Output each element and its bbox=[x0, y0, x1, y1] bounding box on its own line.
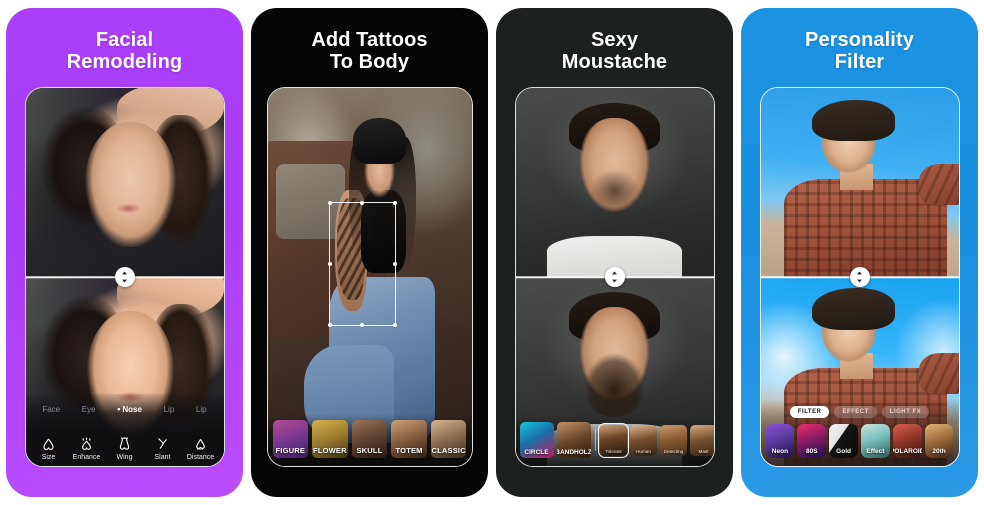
tool-wing[interactable]: Wing bbox=[106, 437, 144, 461]
facial-feature-tabs[interactable]: Face Eye Nose Lip Lip bbox=[26, 400, 224, 418]
phone-preview-moustache[interactable]: CIRCLE BANDHOLZ Tolerant Human Detecting… bbox=[514, 87, 715, 467]
vertical-drag-handle-icon[interactable] bbox=[849, 267, 870, 288]
thumbnail-polaroid[interactable]: POLAROID bbox=[892, 424, 922, 458]
filter-tool-bar[interactable]: FILTER EFFECT LIGHT FX Neon 80S Gold Eff… bbox=[760, 399, 959, 466]
thumbnail-label: BANDHOLZ bbox=[556, 449, 591, 456]
thumbnail-label: Human bbox=[636, 448, 651, 454]
pill-effect[interactable]: EFFECT bbox=[834, 406, 877, 418]
panel-title: Personality Filter bbox=[805, 29, 914, 73]
tool-size[interactable]: Size bbox=[30, 437, 68, 461]
nose-slant-icon bbox=[155, 437, 170, 451]
thumbnail-beard-mast[interactable]: Mast bbox=[690, 424, 714, 456]
panel-title: Sexy Moustache bbox=[561, 29, 668, 73]
filter-thumbnail-strip[interactable]: Neon 80S Gold Effect OLAROI 20th bbox=[765, 424, 954, 458]
thumbnail-label: TOTEM bbox=[395, 446, 423, 455]
thumbnail-label: 20th bbox=[932, 448, 946, 455]
tab-face[interactable]: Face bbox=[42, 405, 60, 414]
thumbnail-circle[interactable]: CIRCLE bbox=[519, 422, 554, 458]
before-image-half bbox=[515, 88, 714, 278]
thumbnail-figure[interactable]: FIGURE bbox=[272, 420, 309, 458]
thumbnail-label: Mast bbox=[698, 448, 709, 454]
tab-lip-1[interactable]: Lip bbox=[164, 405, 175, 414]
thumbnail-classic[interactable]: CLASSIC bbox=[430, 420, 467, 458]
pill-filter[interactable]: FILTER bbox=[789, 406, 830, 418]
thumbnail-80s[interactable]: 80S bbox=[797, 424, 827, 458]
facial-tool-bar[interactable]: Face Eye Nose Lip Lip Size bbox=[25, 394, 224, 466]
thumbnail-bandholz[interactable]: BANDHOLZ bbox=[556, 422, 591, 458]
strip-separator bbox=[594, 429, 596, 451]
before-image-half bbox=[25, 88, 224, 278]
nose-tool-row[interactable]: Size Enhance Wing Slant Distance bbox=[26, 418, 224, 466]
tattoo-category-strip[interactable]: FIGURE FLOWER SKULL TOTEM CLASSIC bbox=[267, 414, 472, 466]
beard-style-strip[interactable]: CIRCLE BANDHOLZ Tolerant Human Detecting… bbox=[515, 416, 714, 466]
thumbnail-label: Detecting bbox=[663, 448, 684, 454]
tool-label: Size bbox=[41, 454, 56, 461]
thumbnail-beard-human[interactable]: Human bbox=[630, 424, 657, 456]
before-image-half bbox=[760, 88, 959, 278]
panel-sexy-moustache[interactable]: Sexy Moustache CIRCLE BANDHOLZ Tolerant … bbox=[496, 8, 733, 497]
thumbnail-label: CIRCLE bbox=[524, 449, 549, 456]
thumbnail-label: SKULL bbox=[356, 446, 383, 455]
phone-preview-facial[interactable]: Face Eye Nose Lip Lip Size bbox=[24, 87, 225, 467]
thumbnail-gold[interactable]: Gold bbox=[829, 424, 858, 458]
thumbnail-neon[interactable]: Neon bbox=[765, 424, 795, 458]
tool-label: Wing bbox=[116, 454, 133, 461]
nose-enhance-icon bbox=[79, 437, 94, 451]
thumbnail-effect[interactable]: Effect bbox=[861, 424, 890, 458]
app-store-screenshot-gallery: Facial Remodeling Face Eye • Nose Lip Li… bbox=[0, 0, 984, 505]
thumbnail-flower[interactable]: FLOWER bbox=[312, 420, 348, 458]
nose-size-icon bbox=[41, 437, 56, 451]
tool-enhance[interactable]: Enhance bbox=[68, 437, 106, 461]
panel-title: Facial Remodeling bbox=[66, 29, 183, 73]
panel-add-tattoos[interactable]: Add Tattoos To Body FIGURE FLOWER SKULL … bbox=[251, 8, 488, 497]
tab-eye[interactable]: Eye bbox=[82, 405, 96, 414]
thumbnail-20th[interactable]: 20th bbox=[924, 424, 954, 458]
thumbnail-label: Gold bbox=[836, 448, 851, 455]
thumbnail-label: CLASSIC bbox=[431, 446, 466, 455]
tattoo-placement-box[interactable] bbox=[327, 200, 397, 328]
thumbnail-skull[interactable]: SKULL bbox=[351, 420, 388, 458]
pill-light-fx[interactable]: LIGHT FX bbox=[881, 406, 930, 418]
thumbnail-label: Effect bbox=[866, 448, 885, 455]
vertical-drag-handle-icon[interactable] bbox=[114, 267, 135, 288]
tool-label: Enhance bbox=[72, 454, 101, 461]
tool-label: Slant bbox=[154, 454, 171, 461]
tab-nose[interactable]: Nose bbox=[117, 404, 142, 414]
tool-label: Distance bbox=[186, 454, 215, 461]
thumbnail-label: 80S bbox=[805, 448, 818, 455]
nose-distance-icon bbox=[193, 437, 208, 451]
thumbnail-totem[interactable]: TOTEM bbox=[391, 420, 427, 458]
phone-preview-filter[interactable]: FILTER EFFECT LIGHT FX Neon 80S Gold Eff… bbox=[759, 87, 960, 467]
thumbnail-beard-detecting[interactable]: Detecting bbox=[660, 424, 687, 456]
vertical-drag-handle-icon[interactable] bbox=[604, 267, 625, 288]
phone-preview-tattoos[interactable]: FIGURE FLOWER SKULL TOTEM CLASSIC bbox=[266, 87, 473, 467]
nose-wing-icon bbox=[117, 437, 132, 451]
thumbnail-label: POLAROID bbox=[893, 448, 922, 455]
tool-distance[interactable]: Distance bbox=[182, 437, 220, 461]
panel-facial-remodeling[interactable]: Facial Remodeling Face Eye • Nose Lip Li… bbox=[6, 8, 243, 497]
thumbnail-label: Tolerant bbox=[605, 448, 622, 454]
filter-category-pills[interactable]: FILTER EFFECT LIGHT FX bbox=[766, 406, 954, 418]
tool-slant[interactable]: Slant bbox=[144, 437, 182, 461]
thumbnail-label: FIGURE bbox=[275, 446, 306, 455]
panel-title: Add Tattoos To Body bbox=[311, 29, 428, 73]
thumbnail-label: Neon bbox=[771, 448, 789, 455]
thumbnail-beard-tolerant[interactable]: Tolerant bbox=[598, 422, 629, 458]
thumbnail-label: FLOWER bbox=[313, 446, 347, 455]
tab-lip-2[interactable]: Lip bbox=[196, 405, 207, 414]
panel-personality-filter[interactable]: Personality Filter FILTER EFFECT LIGHT F… bbox=[741, 8, 978, 497]
